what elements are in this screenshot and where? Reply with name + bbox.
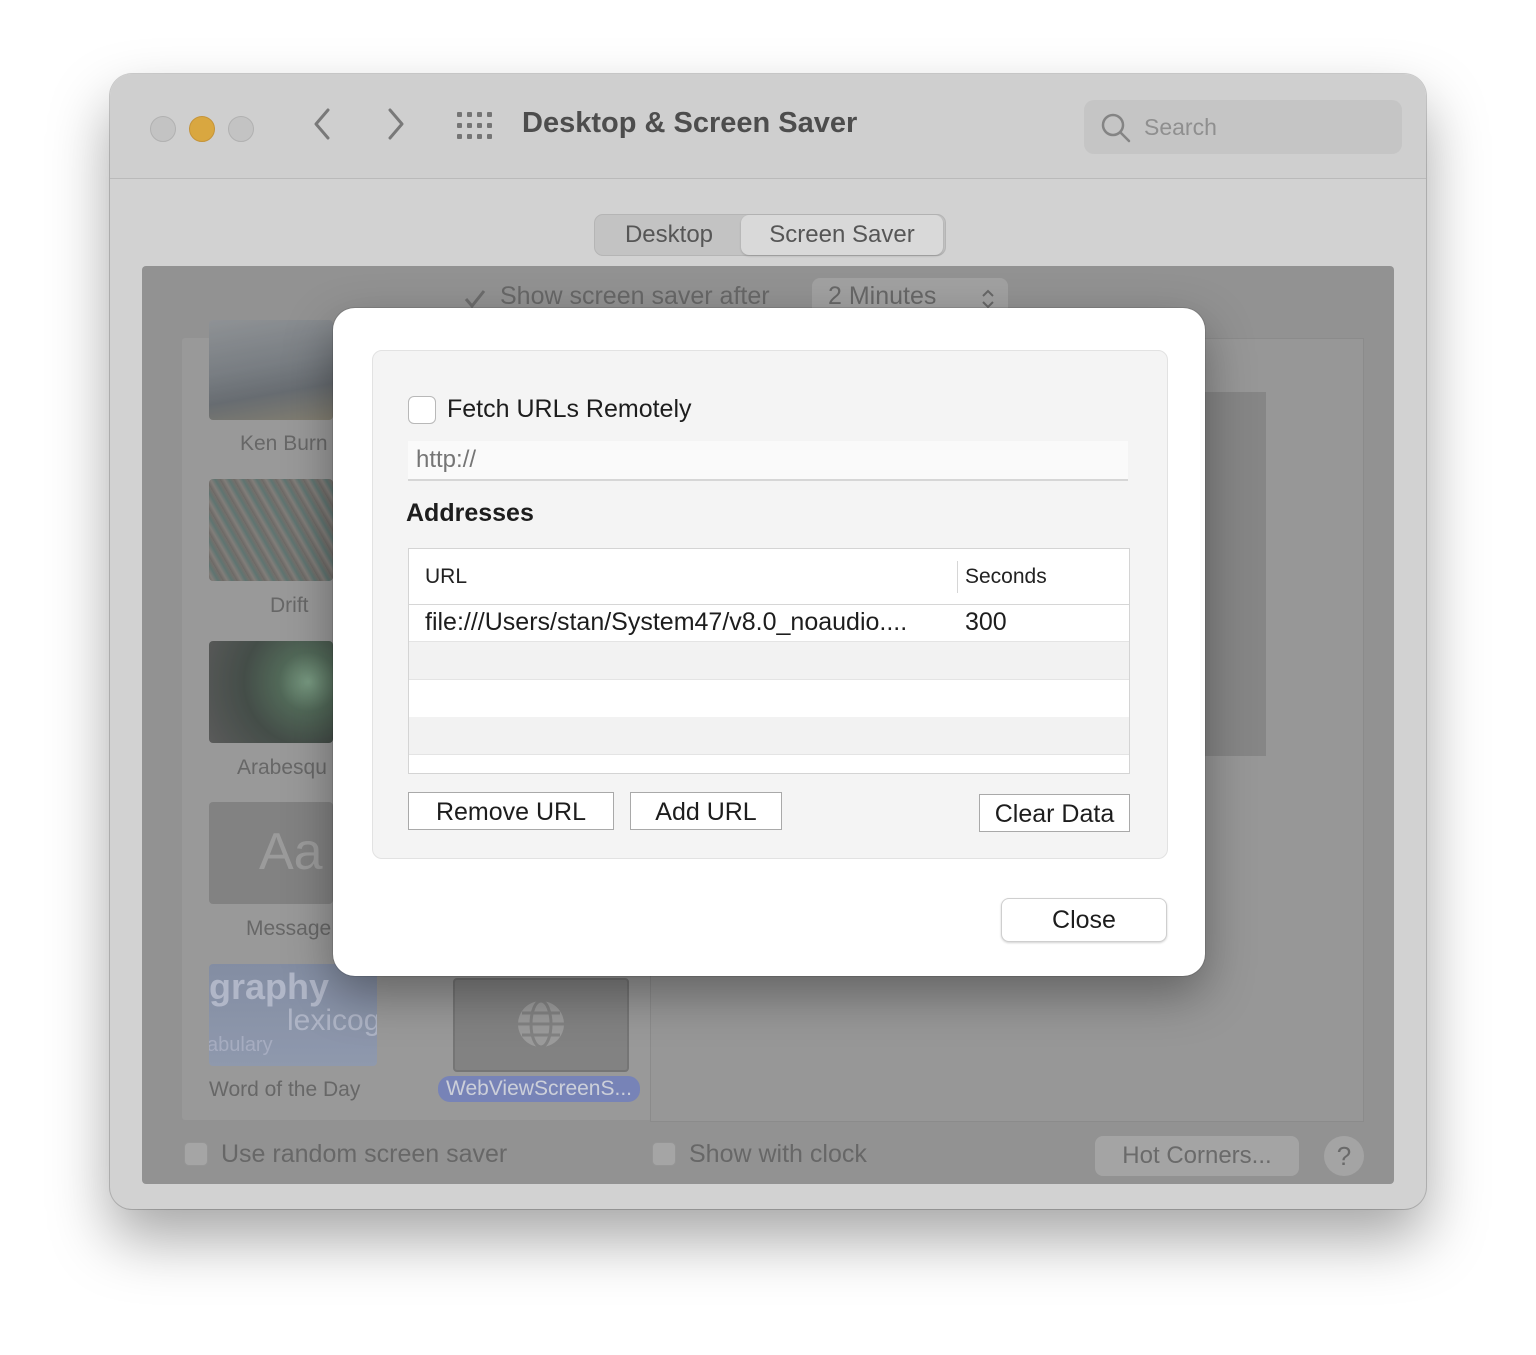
addresses-table: URL Seconds file:///Users/stan/System47/… — [408, 548, 1130, 774]
options-group: Fetch URLs Remotely Addresses URL Second… — [372, 350, 1168, 859]
word-thumb-text-3: abulary — [209, 1034, 273, 1056]
back-button[interactable] — [310, 104, 334, 153]
column-header-url[interactable]: URL — [425, 565, 467, 589]
saver-thumb-arabesque[interactable] — [209, 641, 333, 743]
tab-bar: Desktop Screen Saver — [594, 214, 946, 256]
show-with-clock-label: Show with clock — [689, 1140, 867, 1168]
table-row-empty — [409, 680, 1129, 718]
fetch-urls-remotely-label: Fetch URLs Remotely — [447, 395, 692, 423]
webview-options-sheet: Fetch URLs Remotely Addresses URL Second… — [333, 308, 1205, 976]
saver-label-arabesque: Arabesqu — [237, 756, 327, 779]
column-divider[interactable] — [957, 561, 958, 593]
search-field[interactable]: Search — [1084, 100, 1402, 154]
tab-desktop[interactable]: Desktop — [599, 215, 739, 255]
hot-corners-button[interactable]: Hot Corners... — [1095, 1136, 1299, 1176]
column-header-seconds[interactable]: Seconds — [965, 565, 1047, 589]
table-row[interactable]: file:///Users/stan/System47/v8.0_noaudio… — [409, 604, 1129, 642]
globe-icon — [518, 999, 564, 1049]
zoom-window-button[interactable] — [228, 116, 254, 142]
add-url-button[interactable]: Add URL — [630, 792, 782, 830]
grid-icon[interactable] — [457, 112, 493, 140]
clear-data-button[interactable]: Clear Data — [979, 794, 1130, 832]
word-thumb-text-1: graphy — [209, 966, 330, 1007]
addresses-heading: Addresses — [406, 499, 534, 527]
stepper-icon — [982, 289, 994, 309]
url-cell: file:///Users/stan/System47/v8.0_noaudio… — [425, 608, 908, 636]
random-screen-saver-checkbox[interactable] — [184, 1142, 208, 1166]
message-thumb-text: Aa — [259, 823, 323, 881]
title-bar: Desktop & Screen Saver Search — [110, 74, 1426, 179]
saver-thumb-ken-burns[interactable] — [209, 320, 333, 420]
fetch-urls-remotely-checkbox[interactable] — [408, 396, 436, 424]
search-placeholder: Search — [1144, 114, 1217, 140]
help-button[interactable]: ? — [1324, 1136, 1364, 1176]
saver-label-webview: WebViewScreenS... — [438, 1076, 640, 1102]
seconds-cell: 300 — [965, 608, 1007, 636]
random-screen-saver-label: Use random screen saver — [221, 1140, 508, 1168]
table-row-empty — [409, 717, 1129, 755]
saver-thumb-message[interactable]: Aa — [209, 802, 333, 904]
search-icon — [1101, 113, 1131, 143]
show-after-value: 2 Minutes — [828, 282, 937, 310]
word-thumb-text-2: lexicog — [287, 1004, 377, 1037]
chevron-right-icon — [388, 108, 404, 140]
table-row-empty — [409, 642, 1129, 680]
close-button[interactable]: Close — [1001, 898, 1167, 942]
close-window-button[interactable] — [150, 116, 176, 142]
remove-url-button[interactable]: Remove URL — [408, 792, 614, 830]
saver-label-message: Message — [246, 917, 332, 940]
saver-thumb-word-of-the-day[interactable]: graphy lexicog abulary — [209, 964, 377, 1066]
chevron-left-icon — [314, 108, 330, 140]
table-header: URL Seconds — [409, 549, 1129, 605]
show-with-clock-checkbox[interactable] — [652, 1142, 676, 1166]
remote-url-input[interactable] — [408, 441, 1128, 481]
saver-label-drift: Drift — [270, 594, 309, 617]
saver-label-word-of-the-day: Word of the Day — [209, 1078, 361, 1101]
saver-thumb-webview[interactable] — [453, 978, 629, 1072]
tab-screen-saver[interactable]: Screen Saver — [741, 215, 943, 255]
saver-label-ken-burns: Ken Burn — [240, 432, 328, 455]
saver-thumb-drift[interactable] — [209, 479, 333, 581]
window-title: Desktop & Screen Saver — [522, 107, 858, 139]
forward-button[interactable] — [384, 104, 408, 153]
show-after-label: Show screen saver after — [500, 282, 770, 310]
minimize-window-button[interactable] — [189, 116, 215, 142]
